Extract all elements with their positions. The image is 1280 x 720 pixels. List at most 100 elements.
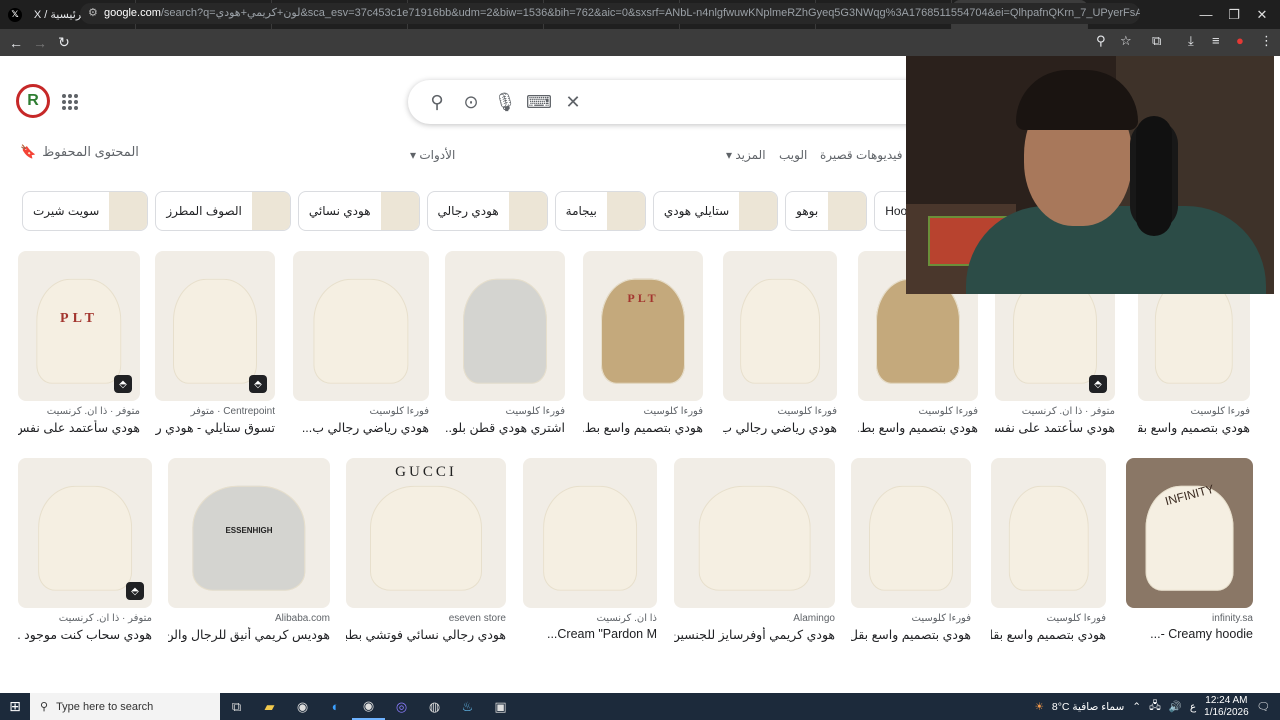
result-thumbnail[interactable] [674,458,835,608]
result-title[interactable]: هودي سأعتمد على نفسي... [995,420,1115,435]
image-result[interactable]: Alamingo هودي كريمي أوفرسايز للجنسين ... [674,458,835,642]
result-thumbnail[interactable] [523,458,657,608]
result-thumbnail[interactable] [445,251,565,401]
extensions-icon[interactable]: ⧉ [1152,33,1161,49]
forward-icon[interactable]: → [28,35,52,51]
menu-icon[interactable]: ⋮ [1260,33,1273,49]
result-thumbnail[interactable]: ESSENHIGH [168,458,330,608]
star-icon[interactable]: ☆ [1120,33,1132,49]
chip-1[interactable]: الصوف المطرز [155,191,291,231]
result-thumbnail[interactable]: ⬘ [18,458,152,608]
chip-4[interactable]: بيجامة [554,191,646,231]
steam-icon[interactable]: ♨ [451,693,484,720]
result-title[interactable]: Cream "Pardon M... [523,627,657,641]
windows-start-icon[interactable]: ⊞ [0,693,30,720]
search-input[interactable] [590,93,928,111]
result-thumbnail[interactable]: ⬘ [155,251,275,401]
language-indicator[interactable]: ع [1190,701,1196,713]
result-title[interactable]: هودي بتصميم واسع بط... [583,420,703,435]
url-bar[interactable]: ⚙ google.com/search?q=لون+كريمي+هودي&sca_… [80,3,1140,24]
result-title[interactable]: هودي رياضي رجالي ب... [723,420,837,435]
chrome-icon[interactable]: ◉ [286,693,319,720]
image-result[interactable]: ⬘ PLT متوفر · ذا ان. كرنسيت هودي سأعتمد على… [18,251,140,435]
search-box[interactable]: ⚲ ⊙ 🎙 ⌨ ✕ [408,80,928,124]
saved-content-link[interactable]: 🔖 المحتوى المحفوظ [20,144,139,160]
chip-6[interactable]: بوهو [785,191,868,231]
back-icon[interactable]: ← [4,35,28,51]
mic-icon[interactable]: 🎙 [488,85,522,119]
chip-3[interactable]: هودي رجالي [426,191,548,231]
result-title[interactable]: هودي سحاب كنت موجود ... [18,627,152,642]
profile-icon[interactable]: ● [1236,33,1244,48]
result-title[interactable]: اشتري هودي قطن بلو... [445,420,565,435]
image-result[interactable]: INFINITY infinity.sa Creamy hoodie -... [1126,458,1253,641]
search-icon[interactable]: ⚲ [420,85,454,119]
result-thumbnail[interactable] [723,251,837,401]
image-result[interactable]: ESSENHIGH Alibaba.com هوديس كريمي أنيق للر… [168,458,330,642]
result-thumbnail[interactable] [293,251,429,401]
result-title[interactable]: هودي بتصميم واسع بقل... [991,627,1106,642]
reload-icon[interactable]: ↻ [52,34,76,51]
chip-0[interactable]: سويت شيرت [22,191,149,231]
result-thumbnail[interactable]: PLT [583,251,703,401]
image-result[interactable]: PLT فورءا كلوسيت هودي بتصميم واسع بط... [583,251,703,435]
result-title[interactable]: Creamy hoodie -... [1126,627,1253,641]
result-title[interactable]: هوديس كريمي أنيق للرجال والن... [168,627,330,642]
result-title[interactable]: هودي سأعتمد على نفس... [18,420,140,435]
weather-text[interactable]: 8°C سماء صافية [1052,701,1124,713]
volume-icon[interactable]: 🔊 [1169,700,1182,713]
result-title[interactable]: هودي بتصميم واسع بقل... [851,627,971,642]
channel-logo[interactable]: R [16,84,50,118]
file-explorer-icon[interactable]: ▰ [253,693,286,720]
webcam-overlay [906,56,1274,294]
tab-web[interactable]: الويب [779,148,807,162]
epic-games-icon[interactable]: ▣ [484,693,517,720]
clear-icon[interactable]: ✕ [556,85,590,119]
chip-5[interactable]: ستايلي هودي [652,191,779,231]
keyboard-icon[interactable]: ⌨ [522,85,556,119]
result-title[interactable]: هودي بتصميم واسع بقل... [1138,420,1250,435]
obs-icon[interactable]: ◍ [418,693,451,720]
image-result[interactable]: ⬘ Centrepoint · متوفر تسوق ستايلي - هودي ر… [155,251,275,435]
discord-icon[interactable]: ◎ [385,693,418,720]
clock[interactable]: 12:24 AM 1/16/2026 [1204,695,1249,719]
result-title[interactable]: هودي رياضي رجالي ب... [293,420,429,435]
result-source: فورءا كلوسيت [911,613,972,624]
image-result[interactable]: فورءا كلوسيت هودي رياضي رجالي ب... [723,251,837,435]
image-result[interactable]: فورءا كلوسيت هودي بتصميم واسع بقل... [991,458,1106,642]
result-thumbnail[interactable] [851,458,971,608]
media-icon[interactable]: ≡ [1212,33,1220,48]
lens-icon[interactable]: ⊙ [454,85,488,119]
more-button[interactable]: ▾ المزيد [726,148,766,162]
site-info-icon[interactable]: ⚙ [88,3,98,24]
result-title[interactable]: هودي بتصميم واسع بط... [858,420,978,435]
image-result[interactable]: فورءا كلوسيت هودي رياضي رجالي ب... [293,251,429,435]
download-icon[interactable]: ⤓ [1188,33,1194,49]
tools-button[interactable]: ▾ الأدوات [410,148,455,162]
apps-grid-icon[interactable] [62,94,78,110]
result-title[interactable]: هودي كريمي أوفرسايز للجنسين ... [674,627,835,642]
image-result[interactable]: فورءا كلوسيت اشتري هودي قطن بلو... [445,251,565,435]
result-thumbnail[interactable]: INFINITY [1126,458,1253,608]
result-thumbnail[interactable] [991,458,1106,608]
suggestion-chips: سويت شيرت الصوف المطرز هودي نسائي هودي رجال… [22,191,912,231]
tray-arrow-icon[interactable]: ⌃ [1132,701,1141,713]
notifications-icon[interactable]: 🗨 [1257,700,1270,713]
tab-shorts[interactable]: فيديوهات قصيرة [820,148,902,162]
image-result[interactable]: فورءا كلوسيت هودي بتصميم واسع بقل... [851,458,971,642]
result-title[interactable]: هودي رجالي نسائي فوتشي بطبع... [346,627,506,642]
result-thumbnail[interactable]: GUCCI [346,458,506,608]
task-view-icon[interactable]: ⧉ [220,693,253,720]
taskbar-search[interactable]: ⚲ Type here to search [30,693,220,720]
network-icon[interactable]: 🖧 [1149,698,1161,716]
zoom-icon[interactable]: ⚲ [1096,33,1106,49]
edge-icon[interactable]: ◐ [319,693,352,720]
result-thumbnail[interactable]: ⬘ PLT [18,251,140,401]
image-result[interactable]: GUCCI eseven store هودي رجالي نسائي فوتشي … [346,458,506,642]
image-result[interactable]: ذا ان. كرنسيت Cream "Pardon M... [523,458,657,641]
result-title[interactable]: تسوق ستايلي - هودي رجال... [155,420,275,435]
chrome-active-icon[interactable]: ◉ [352,693,385,720]
close-window-icon[interactable]: ✕ [1244,0,1280,29]
chip-2[interactable]: هودي نسائي [297,191,420,231]
image-result[interactable]: ⬘ متوفر · ذا ان. كرنسيت هودي سحاب كنت موجو… [18,458,152,642]
